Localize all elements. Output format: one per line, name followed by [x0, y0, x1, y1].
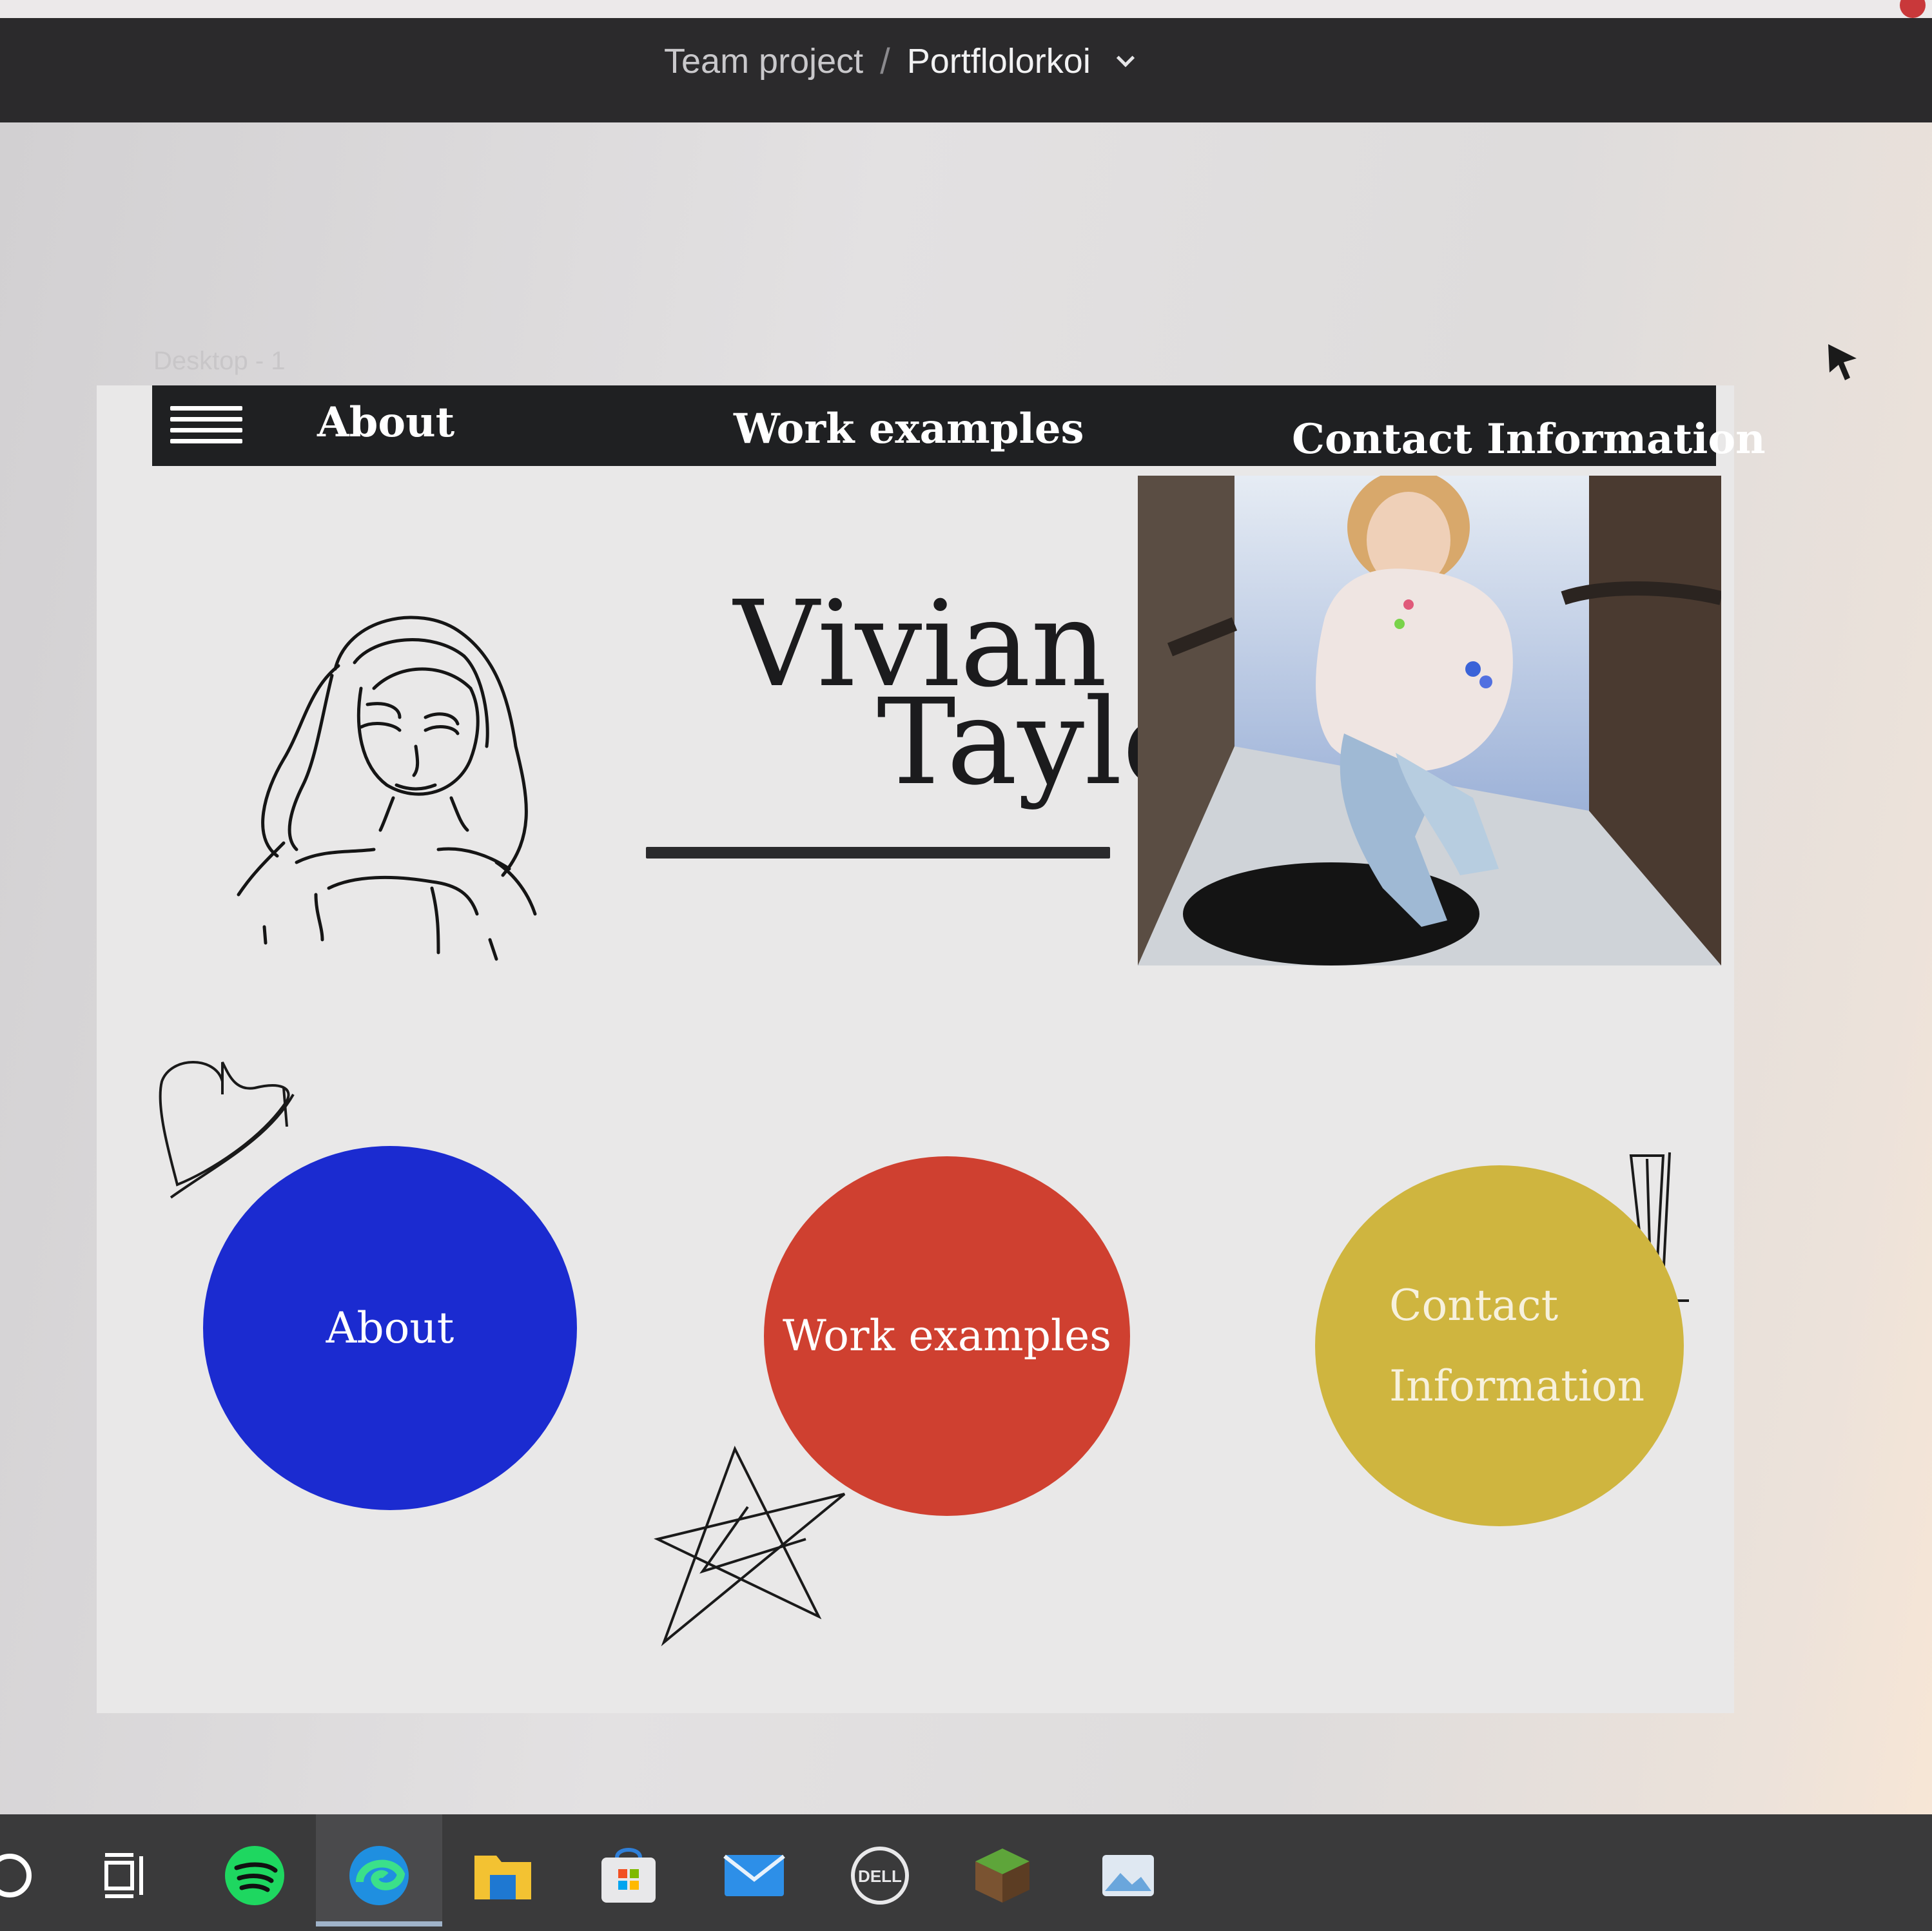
profile-photo	[1138, 476, 1721, 965]
nav-link-contact-information[interactable]: Contact Information	[1292, 415, 1766, 463]
name-underline	[646, 847, 1110, 859]
photos-icon[interactable]	[1093, 1840, 1164, 1911]
breadcrumb: Team project / Portflolorkoi	[664, 40, 1135, 82]
work-examples-circle-label: Work examples	[782, 1311, 1112, 1361]
sketch-portrait-icon	[237, 616, 537, 961]
chevron-down-icon[interactable]	[1116, 48, 1135, 67]
nav-link-work-examples[interactable]: Work examples	[734, 405, 1084, 453]
task-view-icon[interactable]	[90, 1840, 161, 1911]
dell-icon[interactable]: DELL	[844, 1840, 915, 1911]
file-explorer-icon[interactable]	[467, 1840, 538, 1911]
editor-top-bar: Team project / Portflolorkoi	[0, 0, 1932, 122]
portfolio-frame[interactable]: About Work examples Contact Information …	[97, 385, 1766, 1713]
frame-label[interactable]: Desktop - 1	[153, 347, 286, 376]
windows-taskbar: DELL	[0, 1814, 1932, 1931]
nav-link-about[interactable]: About	[317, 398, 454, 447]
work-examples-circle-button[interactable]: Work examples	[764, 1156, 1130, 1516]
search-icon[interactable]	[0, 1840, 45, 1911]
contact-circle-label-line2: Information	[1389, 1361, 1645, 1411]
breadcrumb-separator: /	[880, 41, 890, 81]
spotify-icon[interactable]	[219, 1840, 290, 1911]
mouse-cursor-icon	[1828, 344, 1857, 380]
star-doodle-icon	[654, 1445, 846, 1647]
breadcrumb-file-name[interactable]: Portflolorkoi	[907, 41, 1091, 81]
breadcrumb-team-project[interactable]: Team project	[664, 41, 863, 81]
about-circle-label: About	[326, 1303, 454, 1353]
contact-information-circle-button[interactable]: Contact Information	[1315, 1165, 1684, 1526]
edge-active-indicator	[316, 1921, 442, 1926]
about-circle-button[interactable]: About	[203, 1146, 577, 1510]
window-top-edge	[0, 0, 1932, 18]
site-nav-bar: About Work examples Contact Information	[152, 385, 1766, 466]
hamburger-menu-icon[interactable]	[170, 406, 242, 443]
minecraft-icon[interactable]	[967, 1840, 1038, 1911]
contact-circle-label-line1: Contact	[1389, 1280, 1559, 1330]
mail-icon[interactable]	[719, 1840, 790, 1911]
microsoft-store-icon[interactable]	[593, 1840, 664, 1911]
svg-text:DELL: DELL	[858, 1867, 902, 1886]
edge-icon[interactable]	[344, 1840, 415, 1911]
